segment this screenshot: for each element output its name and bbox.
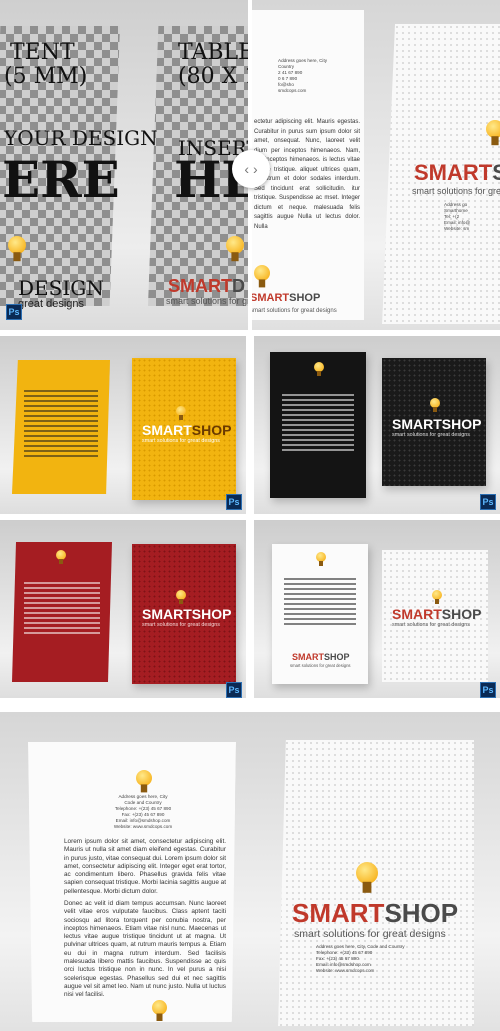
body-paragraph-2: Donec ac velit id diam tempus accumsan. …	[64, 900, 226, 999]
logo-tagline: smart solutions for great designs	[392, 622, 470, 628]
logo-tagline: smart solutions for great designs	[142, 438, 220, 444]
tent-label: TENT	[10, 40, 75, 65]
photoshop-icon: Ps	[480, 682, 496, 698]
address-block: Address goes here, City Country 2 41 67 …	[278, 58, 328, 93]
lightbulb-icon	[56, 550, 66, 564]
smartshop-logo: SMARTSHOP	[142, 422, 232, 438]
lightbulb-icon	[432, 590, 442, 604]
lightbulb-icon	[152, 1000, 167, 1021]
lightbulb-icon	[8, 236, 26, 262]
smartshop-logo: SMARTSHOP	[120, 1020, 210, 1031]
tent-card-front	[270, 352, 366, 498]
lightbulb-icon	[226, 236, 244, 262]
preview-panel-black: SMARTSHOP smart solutions for great desi…	[254, 336, 500, 514]
smartshop-logo: SMARTD	[168, 276, 245, 296]
tent-size: (5 MM)	[4, 64, 88, 89]
photoshop-icon: Ps	[480, 494, 496, 510]
tent-card-front	[12, 360, 110, 494]
left-tagline: great designs	[18, 298, 85, 310]
smartshop-logo: SMARTSHOP	[392, 416, 482, 432]
lightbulb-icon	[254, 265, 270, 288]
logo-tagline: smart solutions for great designs	[392, 432, 470, 438]
photoshop-icon: Ps	[226, 682, 242, 698]
preview-panel-1: TENT (5 MM) YOUR DESIGN ERE DESIGN great…	[0, 0, 500, 330]
logo-tagline: smart solutions for great designs	[290, 663, 351, 668]
address-block: Address goes here, City, Code and Countr…	[316, 944, 405, 973]
design-label: DESIGN	[18, 276, 104, 300]
preview-panel-yellow: SMARTSHOP smart solutions for great desi…	[0, 336, 246, 514]
tent-card-back: SMARTSHOP smart solutions for great desi…	[278, 740, 474, 1026]
table-size: (80 X 1	[178, 64, 259, 89]
tent-card-front: SMARTSHOP smart solutions for great desi…	[272, 544, 368, 684]
lightbulb-icon	[176, 406, 186, 420]
photoshop-icon: Ps	[226, 494, 242, 510]
preview-panel-large: Address goes here, City Code and Country…	[0, 712, 500, 1031]
tent-card-front	[12, 542, 112, 682]
address-block: Address go Smarthome Tel: +(2 Email: inf…	[444, 202, 471, 231]
table-label: TABLE	[178, 40, 255, 65]
lightbulb-icon	[486, 120, 500, 146]
before-half: TENT (5 MM) YOUR DESIGN ERE DESIGN great…	[0, 0, 313, 330]
lightbulb-icon	[316, 552, 326, 566]
tent-card-back: SMARTSHOP smart solutions for great desi…	[132, 544, 236, 684]
logo-tagline: smart solutions for great designs	[250, 308, 337, 314]
smartshop-logo: SMARTSHOP	[142, 606, 232, 622]
insert-design-label: YOUR DESIGN	[4, 126, 158, 150]
lightbulb-icon	[136, 770, 152, 793]
lightbulb-icon	[430, 398, 440, 412]
body-text	[281, 394, 355, 454]
smartshop-logo: SMARTSHOP	[292, 652, 350, 662]
photoshop-icon: Ps	[6, 304, 22, 320]
lightbulb-icon	[356, 862, 378, 893]
body-text: ectetur adipiscing elit. Mauris egestas.…	[254, 119, 360, 230]
tent-card-back: SMARTSHOP smart solutions for great desi…	[382, 24, 500, 324]
tent-card-back: SMARTSHOP smart solutions for great desi…	[382, 550, 488, 682]
body-text	[283, 578, 357, 628]
here-big-text: ERE	[2, 150, 120, 209]
smartshop-logo: SMARTSHOP	[414, 160, 500, 185]
body-paragraph-1: Lorem ipsum dolor sit amet, consectetur …	[64, 838, 226, 895]
compare-slider-handle[interactable]: ‹ ›	[232, 150, 270, 188]
logo-tagline: smart solutions for great designs	[142, 622, 220, 628]
lightbulb-icon	[314, 362, 324, 376]
preview-panel-red: SMARTSHOP smart solutions for great desi…	[0, 520, 246, 698]
logo-tagline: smart solutions for great designs	[294, 928, 446, 940]
logo-tagline: smart solutions for great designs	[412, 186, 500, 196]
address-block: Address goes here, City Code and Country…	[113, 794, 173, 829]
tent-card-back: SMARTSHOP smart solutions for great desi…	[382, 358, 486, 486]
lightbulb-icon	[176, 590, 186, 604]
tent-card-front: Address goes here, City Code and Country…	[28, 742, 236, 1022]
smartshop-logo: SMARTSHOP	[292, 898, 459, 928]
smartshop-logo: SMARTSHOP	[250, 292, 321, 304]
after-half: Address goes here, City Country 2 41 67 …	[252, 0, 500, 330]
preview-panel-white: SMARTSHOP smart solutions for great desi…	[254, 520, 500, 698]
tent-card-back: SMARTSHOP smart solutions for great desi…	[132, 358, 236, 500]
smartshop-logo: SMARTSHOP	[392, 606, 482, 622]
body-text	[23, 390, 99, 460]
body-text	[24, 582, 100, 637]
